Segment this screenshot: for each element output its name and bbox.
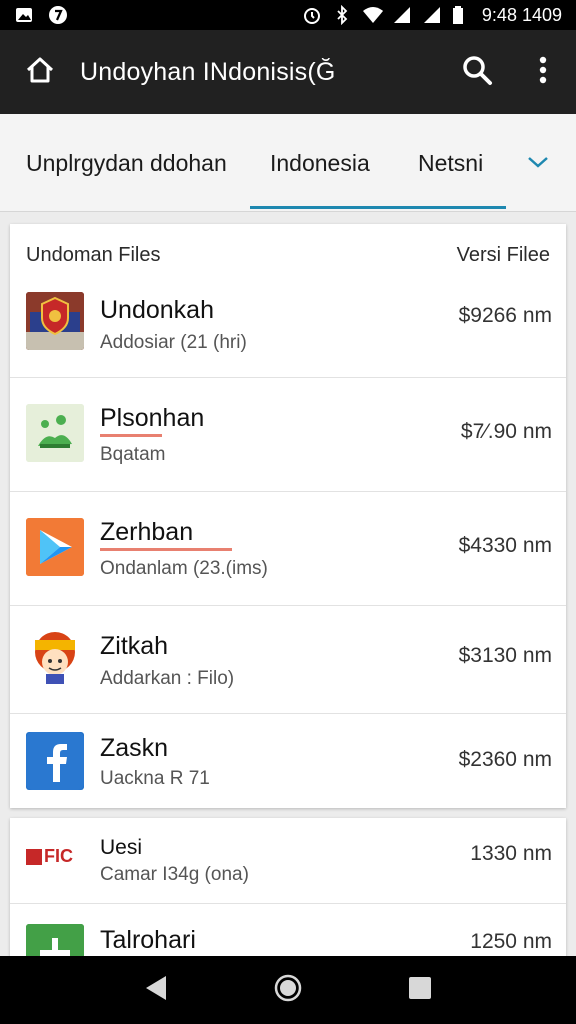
- item-price: $4330 nm: [458, 534, 552, 557]
- tab-unplrgydan[interactable]: Unplrgydan ddohan: [26, 114, 227, 212]
- item-title: Zaskn: [100, 734, 169, 762]
- fic-logo-mark-icon: [26, 848, 42, 865]
- item-title: Talrohari: [100, 926, 196, 954]
- home-button[interactable]: [0, 30, 80, 114]
- plant-thumbnail-icon: [26, 404, 84, 462]
- tab-bar: Unplrgydan ddohan Indonesia Netsni: [0, 114, 576, 212]
- emblem-thumbnail-icon: [26, 292, 84, 350]
- recents-square-icon: [408, 976, 432, 1005]
- list-item[interactable]: FIC Uesi Camar I34g (ona) 1330 nm: [10, 818, 566, 904]
- item-price: $7⁄.90 nm: [460, 420, 552, 443]
- item-title: Undonkah: [100, 296, 214, 324]
- item-title: Plsonhan: [100, 404, 205, 432]
- home-circle-icon: [273, 973, 303, 1008]
- app-notification-icon: [48, 5, 68, 25]
- item-price: 1330 nm: [470, 842, 552, 865]
- files-header-label: Undoman Files: [26, 244, 161, 266]
- list-item[interactable]: Plsonhan Bqatam $7⁄.90 nm: [10, 378, 566, 492]
- files-card: Undoman Files Versi Filee Undonkah Addos…: [10, 224, 566, 808]
- status-time: 9:48 1409: [481, 4, 562, 25]
- app-bar: Undoyhan INdonisis(Ğ: [0, 30, 576, 114]
- item-title: Uesi: [100, 836, 143, 859]
- item-subtitle: Addosiar (21 (hri): [100, 332, 247, 353]
- home-icon: [25, 55, 55, 90]
- search-icon: [461, 54, 493, 91]
- bluetooth-icon: [332, 4, 352, 26]
- alarm-icon: [302, 5, 322, 25]
- list-item[interactable]: Zerhban Ondanlam (23.(ims) $4330 nm: [10, 492, 566, 606]
- item-subtitle: Bqatam: [100, 444, 166, 465]
- battery-icon: [452, 5, 472, 25]
- plus-thumbnail-icon: [26, 924, 84, 958]
- item-price: $9266 nm: [458, 304, 552, 327]
- signal-icon: [392, 5, 412, 25]
- tab-indicator: [250, 206, 506, 209]
- title-highlight: [100, 434, 162, 437]
- list-item[interactable]: Zaskn Uackna R 71 $2360 nm: [10, 714, 566, 808]
- app-title: Undoyhan INdonisis(Ğ: [80, 57, 336, 86]
- chevron-down-icon: [527, 155, 549, 174]
- item-subtitle: Uackna R 71: [100, 768, 210, 789]
- item-subtitle: Ondanlam (23.(ims): [100, 558, 268, 579]
- version-header-label: Versi Filee: [456, 244, 550, 266]
- item-price: $3130 nm: [458, 644, 552, 667]
- title-highlight: [100, 548, 232, 551]
- item-price: 1250 nm: [470, 930, 552, 953]
- overflow-menu-button[interactable]: [510, 30, 576, 114]
- item-title: Zitkah: [100, 632, 169, 660]
- recents-button[interactable]: [400, 970, 440, 1010]
- list-item[interactable]: Zitkah Addarkan : Filo) $3130 nm: [10, 606, 566, 714]
- tabs-expand-button[interactable]: [522, 148, 554, 180]
- more-vert-icon: [538, 55, 548, 90]
- item-title: Zerhban: [100, 518, 194, 546]
- tab-indonesia[interactable]: Indonesia: [270, 114, 370, 212]
- navigation-bar: [0, 956, 576, 1024]
- list-item[interactable]: Talrohari 1250 nm: [10, 904, 566, 958]
- tab-netsni[interactable]: Netsni: [418, 114, 483, 212]
- files-card-header: Undoman Files Versi Filee: [10, 224, 566, 288]
- wifi-icon: [362, 5, 383, 25]
- character-thumbnail-icon: [26, 630, 84, 688]
- back-button[interactable]: [136, 970, 176, 1010]
- photo-notification-icon: [14, 5, 34, 25]
- item-price: $2360 nm: [458, 748, 552, 771]
- item-subtitle: Camar I34g (ona): [100, 864, 249, 885]
- back-triangle-icon: [143, 974, 169, 1007]
- list-item[interactable]: Undonkah Addosiar (21 (hri) $9266 nm: [10, 284, 566, 378]
- facebook-thumbnail-icon: [26, 732, 84, 790]
- files-card-secondary: FIC Uesi Camar I34g (ona) 1330 nm Talroh…: [10, 818, 566, 958]
- item-subtitle: Addarkan : Filo): [100, 668, 235, 689]
- fic-logo: FIC: [26, 846, 73, 867]
- signal-2-icon: [422, 5, 442, 25]
- search-button[interactable]: [444, 30, 510, 114]
- home-nav-button[interactable]: [268, 970, 308, 1010]
- status-bar: 9:48 1409: [0, 0, 576, 30]
- play-store-thumbnail-icon: [26, 518, 84, 576]
